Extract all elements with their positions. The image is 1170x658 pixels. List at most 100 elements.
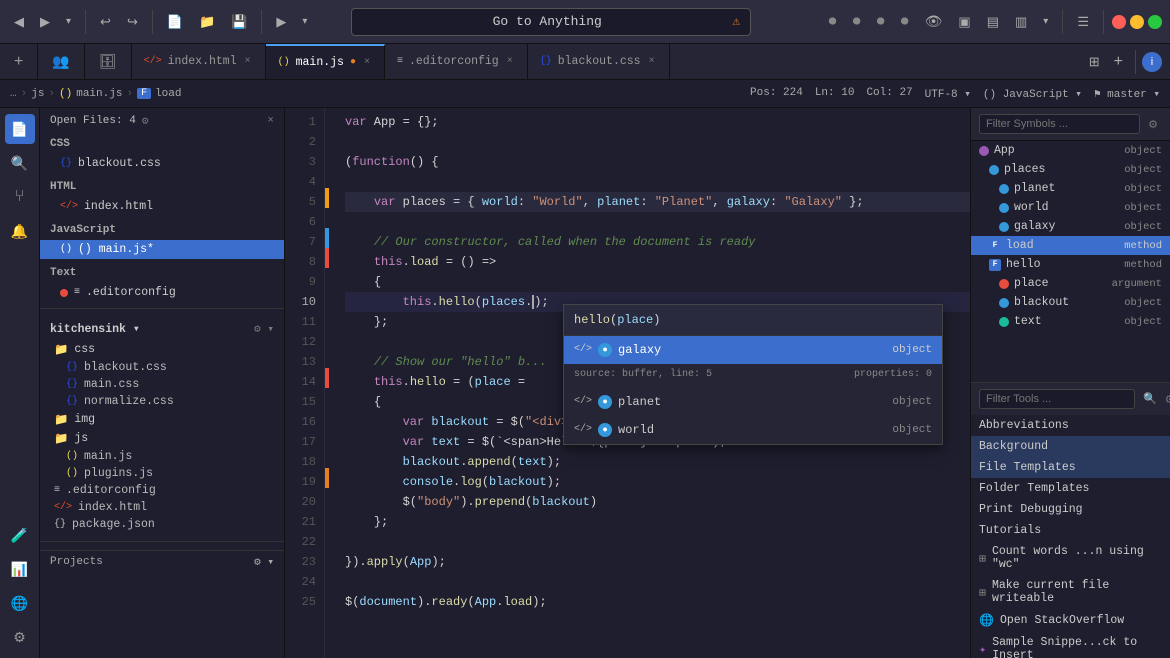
proj-file-main-css[interactable]: {} main.css xyxy=(40,376,284,393)
code-line-21: }; xyxy=(345,512,970,532)
goto-input[interactable] xyxy=(362,14,732,29)
settings-icon-btn[interactable]: ⚙ xyxy=(5,622,35,652)
win-max-button[interactable] xyxy=(1148,15,1162,29)
tabs-actions: ⊞ + i xyxy=(1075,44,1170,79)
view-split-button[interactable]: ▤ xyxy=(981,10,1005,34)
win-min-button[interactable] xyxy=(1130,15,1144,29)
open-files-gear[interactable]: ⚙ xyxy=(142,114,149,128)
autocomplete-popup[interactable]: hello(place) </> ● galaxy object source:… xyxy=(563,304,943,445)
files-icon-btn[interactable]: 📄 xyxy=(5,114,35,144)
code-area[interactable]: 1 2 3 4 5 6 7 8 9 10 11 12 13 14 15 16 1… xyxy=(285,108,970,658)
tab-blackout-css[interactable]: {} blackout.css × xyxy=(528,44,670,79)
symbols-filter-input[interactable] xyxy=(979,114,1140,134)
proj-folder-css[interactable]: 📁 css xyxy=(40,340,284,359)
file-item-blackout-css[interactable]: {} blackout.css xyxy=(40,154,284,173)
ac-item-galaxy[interactable]: </> ● galaxy object xyxy=(564,336,942,364)
proj-file-package-json[interactable]: {} package.json xyxy=(40,516,284,533)
save-button[interactable]: 💾 xyxy=(225,10,253,34)
tool-item-abbreviations[interactable]: Abbreviations xyxy=(971,415,1170,436)
chart-icon-btn[interactable]: 📊 xyxy=(5,554,35,584)
file-item-editorconfig[interactable]: ≡ .editorconfig xyxy=(40,283,284,302)
proj-folder-img[interactable]: 📁 img xyxy=(40,410,284,429)
tab-editorconfig[interactable]: ≡ .editorconfig × xyxy=(385,44,528,79)
git-icon-btn[interactable]: ⑂ xyxy=(5,182,35,212)
undo-button[interactable]: ↩ xyxy=(94,10,117,34)
more-button[interactable]: ▾ xyxy=(296,12,313,31)
view-more-button[interactable]: ▾ xyxy=(1037,12,1054,31)
code-content[interactable]: var App = {}; (function() { var places =… xyxy=(333,108,970,658)
sym-item-load[interactable]: F load method xyxy=(971,236,1170,255)
view-triple-button[interactable]: ▥ xyxy=(1009,10,1033,34)
redo-button[interactable]: ↪ xyxy=(121,10,144,34)
tab-close-blackout-css[interactable]: × xyxy=(647,56,657,67)
tab-close-main-js[interactable]: × xyxy=(362,57,372,68)
play-button[interactable]: ▶ xyxy=(270,10,292,34)
sym-item-world[interactable]: world object xyxy=(971,198,1170,217)
tool-item-tutorials[interactable]: Tutorials xyxy=(971,520,1170,541)
new-tab-button[interactable]: + xyxy=(1108,49,1129,75)
goto-search-bar[interactable]: ⚠ xyxy=(351,8,751,36)
proj-file-plugins-js[interactable]: () plugins.js xyxy=(40,465,284,482)
code-line-3: (function() { xyxy=(345,152,970,172)
history-button[interactable]: ▾ xyxy=(60,12,77,31)
sym-item-hello[interactable]: F hello method xyxy=(971,255,1170,274)
proj-file-editorconfig[interactable]: ≡ .editorconfig xyxy=(40,482,284,499)
proj-folder-js[interactable]: 📁 js xyxy=(40,429,284,448)
tab-close-editorconfig[interactable]: × xyxy=(505,56,515,67)
back-button[interactable]: ◀ xyxy=(8,10,30,34)
proj-file-index-html[interactable]: </> index.html xyxy=(40,499,284,516)
tool-item-background[interactable]: Background xyxy=(971,436,1170,457)
sym-item-places[interactable]: places object xyxy=(971,160,1170,179)
sym-item-app[interactable]: App object xyxy=(971,141,1170,160)
sym-item-blackout[interactable]: blackout object xyxy=(971,293,1170,312)
forward-button[interactable]: ▶ xyxy=(34,10,56,34)
ac-item-planet[interactable]: </> ● planet object xyxy=(564,388,942,416)
win-close-button[interactable] xyxy=(1112,15,1126,29)
open-folder-button[interactable]: 📁 xyxy=(193,10,221,34)
ac-item-world[interactable]: </> ● world object xyxy=(564,416,942,444)
project-gear[interactable]: ⚙ ▾ xyxy=(254,322,274,336)
add-tab-left-button[interactable]: + xyxy=(8,49,29,75)
tool-item-folder-templates[interactable]: Folder Templates xyxy=(971,478,1170,499)
record-btn-3[interactable]: ⏺ xyxy=(871,9,891,35)
sym-item-place[interactable]: place argument xyxy=(971,274,1170,293)
database-button[interactable]: 🗄 xyxy=(93,49,123,74)
tool-item-make-writeable[interactable]: ⊞ Make current file writeable xyxy=(971,575,1170,609)
flask-icon-btn[interactable]: 🧪 xyxy=(5,520,35,550)
tools-filter-input[interactable] xyxy=(979,389,1135,409)
view-single-button[interactable]: ▣ xyxy=(952,10,976,34)
sym-item-planet[interactable]: planet object xyxy=(971,179,1170,198)
tool-item-sample-snippet[interactable]: ✦ Sample Snippe...ck to Insert xyxy=(971,632,1170,658)
hamburger-button[interactable]: ☰ xyxy=(1071,10,1095,34)
search-icon-btn[interactable]: 🔍 xyxy=(5,148,35,178)
tab-index-html[interactable]: </> index.html × xyxy=(132,44,266,79)
symbols-gear-button[interactable]: ⚙ xyxy=(1144,116,1162,133)
tool-item-print-debugging[interactable]: Print Debugging xyxy=(971,499,1170,520)
contacts-button[interactable]: 👥 xyxy=(46,49,75,74)
eye-button[interactable]: 👁 xyxy=(919,9,949,34)
sym-item-galaxy[interactable]: galaxy object xyxy=(971,217,1170,236)
file-item-main-js[interactable]: () () main.js* xyxy=(40,240,284,259)
notifications-icon-btn[interactable]: 🔔 xyxy=(5,216,35,246)
projects-gear[interactable]: ⚙ ▾ xyxy=(254,555,274,569)
sym-item-text[interactable]: text object xyxy=(971,312,1170,331)
tools-gear-button[interactable]: ⚙ xyxy=(1161,391,1170,408)
tool-item-file-templates[interactable]: File Templates xyxy=(971,457,1170,478)
toolbar-sep-3 xyxy=(261,10,262,34)
tool-item-count-words[interactable]: ⊞ Count words ...n using "wc" xyxy=(971,541,1170,575)
tab-close-index-html[interactable]: × xyxy=(243,56,253,67)
record-btn-2[interactable]: ⏺ xyxy=(847,9,867,35)
proj-file-blackout-css[interactable]: {} blackout.css xyxy=(40,359,284,376)
info-button[interactable]: i xyxy=(1142,52,1162,72)
new-file-button[interactable]: 📄 xyxy=(161,10,189,34)
open-files-close[interactable]: × xyxy=(267,115,274,127)
record-btn-1[interactable]: ⏺ xyxy=(823,9,843,35)
tab-main-js[interactable]: () main.js ● × xyxy=(266,44,385,79)
proj-file-main-js[interactable]: () main.js xyxy=(40,448,284,465)
globe-icon-btn[interactable]: 🌐 xyxy=(5,588,35,618)
proj-file-normalize-css[interactable]: {} normalize.css xyxy=(40,393,284,410)
tab-panel-button[interactable]: ⊞ xyxy=(1083,50,1106,74)
file-item-index-html[interactable]: </> index.html xyxy=(40,197,284,216)
record-btn-4[interactable]: ⏺ xyxy=(895,9,915,35)
tool-item-stackoverflow[interactable]: 🌐 Open StackOverflow xyxy=(971,609,1170,632)
